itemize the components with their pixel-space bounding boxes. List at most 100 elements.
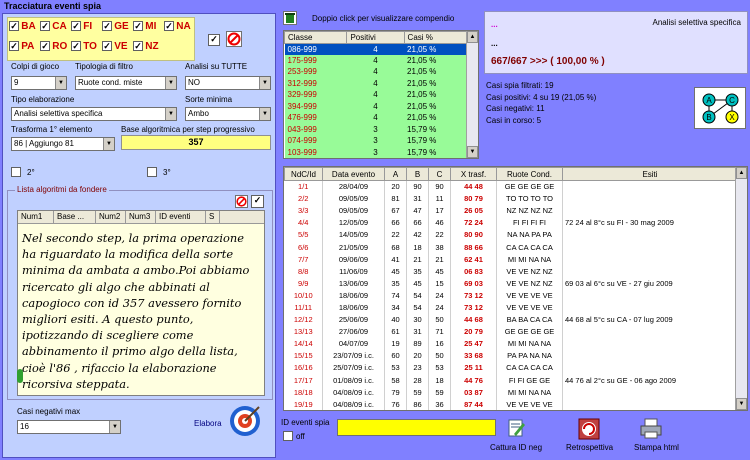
wheel-ge[interactable]: ✓ GE <box>102 21 129 32</box>
id-eventi-input[interactable] <box>337 419 496 436</box>
class-table-row[interactable]: 394-999 4 21,05 % <box>284 100 467 112</box>
scroll-down-arrow[interactable]: ▼ <box>736 398 747 410</box>
wheel-checkbox[interactable]: ✓ <box>9 21 19 31</box>
class-table-row[interactable]: 043-999 3 15,79 % <box>284 123 467 135</box>
event-row[interactable]: 3/3 09/05/09 67 47 17 26 05 NZ NZ NZ NZ <box>284 204 738 217</box>
event-row[interactable]: 5/5 14/05/09 22 42 22 80 90 NA NA PA PA <box>284 228 738 241</box>
class-table-row[interactable]: 253-999 4 21,05 % <box>284 66 467 78</box>
scroll-up-arrow[interactable]: ▲ <box>467 31 478 43</box>
wheel-checkbox[interactable]: ✓ <box>71 41 81 51</box>
fuse-col-header[interactable]: ID eventi <box>156 211 206 223</box>
event-row[interactable]: 2/2 09/05/09 81 31 11 80 79 TO TO TO TO <box>284 192 738 205</box>
fuse-col-header[interactable]: Base ... <box>54 211 96 223</box>
scroll-up-arrow[interactable]: ▲ <box>736 167 747 179</box>
wheel-na[interactable]: ✓ NA <box>164 21 191 32</box>
event-row[interactable]: 7/7 09/06/09 41 21 21 62 41 MI MI NA NA <box>284 253 738 266</box>
event-row[interactable]: 11/11 18/06/09 34 54 24 73 12 VE VE VE VE <box>284 301 738 314</box>
event-col-header[interactable]: Data evento <box>322 167 385 181</box>
event-cell: 62 41 <box>450 253 497 266</box>
third-checkbox[interactable] <box>147 167 157 177</box>
wheel-checkbox[interactable]: ✓ <box>102 21 112 31</box>
event-col-header[interactable]: NdC/Id <box>284 167 323 181</box>
wheel-nz[interactable]: ✓ NZ <box>133 41 159 52</box>
wheel-checkbox[interactable]: ✓ <box>40 21 50 31</box>
wheel-mi[interactable]: ✓ MI <box>133 21 156 32</box>
class-table-scrollbar[interactable]: ▲ ▼ <box>466 31 478 158</box>
event-cell: 11/06/09 <box>322 265 385 278</box>
event-cell: 17 <box>428 204 451 217</box>
event-row[interactable]: 10/10 18/06/09 74 54 24 73 12 VE VE VE VE <box>284 289 738 302</box>
compendio-button[interactable] <box>283 11 297 25</box>
wheel-to[interactable]: ✓ TO <box>71 41 97 52</box>
class-table-row[interactable]: 476-999 4 21,05 % <box>284 112 467 124</box>
select-all-check-button[interactable]: ✓ <box>208 34 220 46</box>
tipo-select[interactable]: Analisi selettiva specifica ▼ <box>11 107 177 121</box>
events-scrollbar[interactable]: ▲ ▼ <box>735 167 747 410</box>
wheel-checkbox[interactable]: ✓ <box>133 41 143 51</box>
event-row[interactable]: 14/14 04/07/09 19 89 16 25 47 MI MI NA NA <box>284 337 738 350</box>
scroll-down-arrow[interactable]: ▼ <box>467 146 478 158</box>
class-table-row[interactable]: 312-999 4 21,05 % <box>284 77 467 89</box>
elabora-button[interactable] <box>228 404 262 438</box>
event-row[interactable]: 12/12 25/06/09 40 30 50 44 68 BA BA CA CA 44 68… <box>284 313 738 326</box>
class-table-row[interactable]: 175-999 4 21,05 % <box>284 54 467 66</box>
event-col-header[interactable]: C <box>428 167 451 181</box>
event-row[interactable]: 4/4 12/05/09 66 66 46 72 24 FI FI FI FI 72 24 a… <box>284 216 738 229</box>
wheel-ve[interactable]: ✓ VE <box>102 41 128 52</box>
event-row[interactable]: 9/9 13/06/09 35 45 15 69 03 VE VE NZ NZ 69 03 a… <box>284 277 738 290</box>
event-cell: 80 79 <box>450 192 497 205</box>
wheel-checkbox[interactable]: ✓ <box>102 41 112 51</box>
event-col-header[interactable]: X trasf. <box>450 167 497 181</box>
wheel-fi[interactable]: ✓ FI <box>71 21 92 32</box>
class-table-row[interactable]: 103-999 3 15,79 % <box>284 146 467 158</box>
event-col-header[interactable]: A <box>384 167 407 181</box>
wheel-checkbox[interactable]: ✓ <box>164 21 174 31</box>
event-row[interactable]: 13/13 27/06/09 61 31 71 20 79 GE GE GE GE <box>284 325 738 338</box>
fuse-col-header[interactable]: Num3 <box>126 211 156 223</box>
trasforma-select[interactable]: 86 | Aggiungo 81 ▼ <box>11 137 115 151</box>
off-checkbox[interactable] <box>283 431 293 441</box>
class-table-cell: 329-999 <box>284 89 347 101</box>
event-col-header[interactable]: Esiti <box>562 167 738 181</box>
class-table-row[interactable]: 086-999 4 21,05 % <box>284 43 467 55</box>
fuse-col-header[interactable]: S <box>206 211 220 223</box>
cattura-button[interactable] <box>506 418 526 438</box>
wheel-checkbox[interactable]: ✓ <box>9 41 19 51</box>
stampa-button[interactable] <box>639 418 663 440</box>
second-checkbox[interactable] <box>11 167 21 177</box>
casi-negativi-select[interactable]: 16 ▼ <box>17 420 121 434</box>
event-row[interactable]: 6/6 21/05/09 68 18 38 88 66 CA CA CA CA <box>284 240 738 254</box>
wheel-ca[interactable]: ✓ CA <box>40 21 67 32</box>
wheel-checkbox[interactable]: ✓ <box>71 21 81 31</box>
event-row[interactable]: 8/8 11/06/09 45 35 45 06 83 VE VE NZ NZ <box>284 265 738 278</box>
sorte-select[interactable]: Ambo ▼ <box>185 107 271 121</box>
event-col-header[interactable]: Ruote Cond. <box>496 167 563 181</box>
event-row[interactable]: 17/17 01/08/09 i.c. 58 28 18 44 76 FI FI GE GE… <box>284 374 738 387</box>
event-row[interactable]: 15/15 23/07/09 i.c. 60 20 50 33 68 PA PA NA NA <box>284 349 738 362</box>
event-row[interactable]: 16/16 25/07/09 i.c. 53 23 53 25 11 CA CA CA CA <box>284 361 738 374</box>
class-col-header[interactable]: Positivi <box>346 31 405 44</box>
event-row[interactable]: 18/18 04/08/09 i.c. 79 59 59 03 87 MI MI NA NA <box>284 386 738 399</box>
retrospettiva-button[interactable] <box>578 418 600 440</box>
event-row[interactable]: 1/1 28/04/09 20 90 90 44 48 GE GE GE GE <box>284 180 738 193</box>
wheel-ba[interactable]: ✓ BA <box>9 21 36 32</box>
event-row[interactable]: 19/19 04/08/09 i.c. 76 86 36 87 44 VE VE VE VE <box>284 398 738 410</box>
event-col-header[interactable]: B <box>406 167 429 181</box>
base-value-field[interactable]: 357 <box>121 135 271 150</box>
fuse-col-header[interactable]: Num2 <box>96 211 126 223</box>
class-col-header[interactable]: Casi % <box>403 31 468 44</box>
fuse-check-button[interactable]: ✓ <box>251 195 264 208</box>
wheel-checkbox[interactable]: ✓ <box>133 21 143 31</box>
wheel-ro[interactable]: ✓ RO <box>40 41 67 52</box>
colpi-select[interactable]: 9 ▼ <box>11 76 67 90</box>
analisi-select[interactable]: NO ▼ <box>185 76 271 90</box>
class-col-header[interactable]: Classe <box>283 31 348 44</box>
wheel-pa[interactable]: ✓ PA <box>9 41 34 52</box>
clear-all-button[interactable] <box>226 31 242 47</box>
tipologia-select[interactable]: Ruote cond. miste ▼ <box>75 76 177 90</box>
fuse-clear-button[interactable] <box>235 195 248 208</box>
wheel-checkbox[interactable]: ✓ <box>40 41 50 51</box>
fuse-col-header[interactable]: Num1 <box>18 211 54 223</box>
class-table-row[interactable]: 329-999 4 21,05 % <box>284 89 467 101</box>
class-table-row[interactable]: 074-999 3 15,79 % <box>284 135 467 147</box>
